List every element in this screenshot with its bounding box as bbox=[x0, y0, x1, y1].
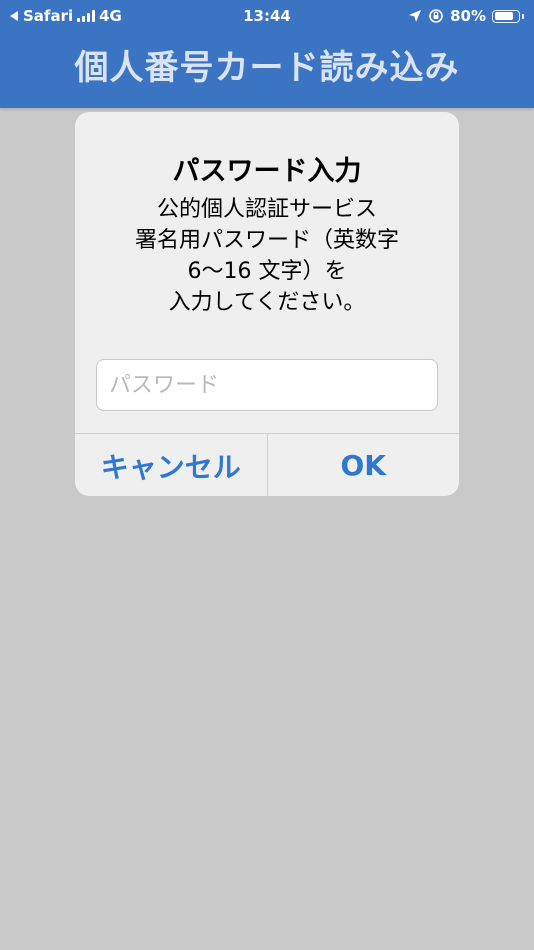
alert-message-line: 署名用パスワード（英数字 bbox=[134, 228, 399, 253]
password-alert-dialog: パスワード入力 公的個人認証サービス 署名用パスワード（英数字 6〜16 文字）… bbox=[75, 112, 459, 496]
cancel-button[interactable]: キャンセル bbox=[75, 434, 268, 496]
location-arrow-icon bbox=[409, 10, 422, 22]
battery-icon bbox=[492, 9, 520, 23]
alert-button-row: キャンセル OK bbox=[75, 433, 459, 496]
status-right: 80% bbox=[408, 6, 524, 26]
status-bar: Safari 4G 13:44 80% bbox=[0, 0, 534, 32]
orientation-lock-icon bbox=[429, 9, 443, 23]
battery-percent: 80% bbox=[450, 7, 486, 25]
alert-message-line: 入力してください。 bbox=[168, 290, 366, 315]
ok-button[interactable]: OK bbox=[268, 434, 460, 496]
battery-cap bbox=[522, 13, 524, 19]
battery-level-fill bbox=[494, 12, 513, 20]
app-header: Safari 4G 13:44 80% 個人番号カード読み込み bbox=[0, 0, 534, 108]
password-input[interactable] bbox=[96, 359, 438, 411]
page-title: 個人番号カード読み込み bbox=[74, 48, 460, 88]
alert-message: 公的個人認証サービス 署名用パスワード（英数字 6〜16 文字）を 入力してくだ… bbox=[75, 194, 459, 318]
alert-title: パスワード入力 bbox=[172, 156, 362, 187]
alert-message-line: 公的個人認証サービス bbox=[156, 197, 377, 222]
alert-message-line: 6〜16 文字）を bbox=[187, 259, 347, 284]
